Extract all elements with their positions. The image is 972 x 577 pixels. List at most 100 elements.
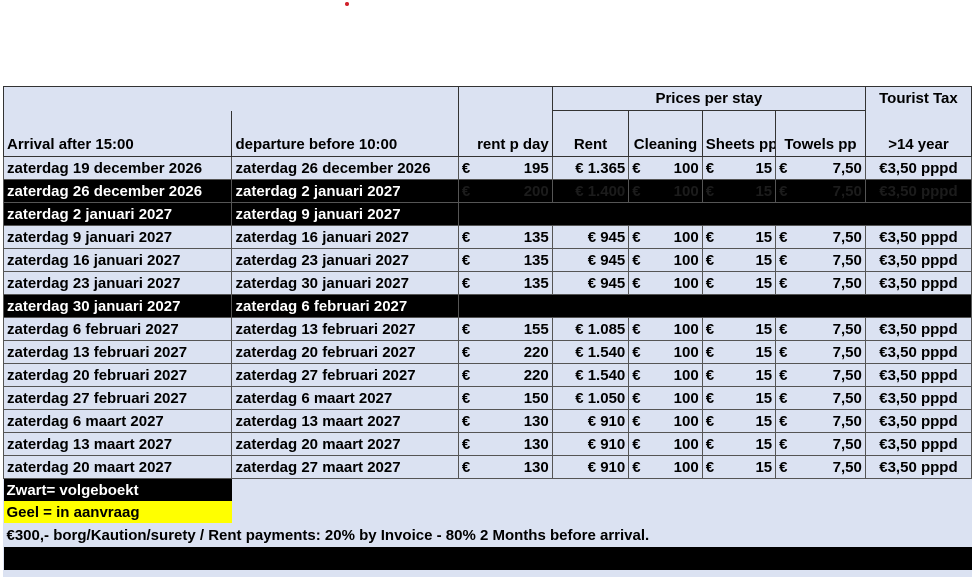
currency-symbol: € [701, 363, 725, 387]
cleaning-cell: 100 [651, 248, 703, 272]
currency-symbol: € [628, 340, 652, 364]
sheets-cell: 15 [724, 386, 777, 410]
arrival-cell: zaterdag 2 januari 2027 [2, 202, 233, 226]
price-sheet: Prices per stay Tourist Tax Arrival afte… [2, 86, 972, 577]
currency-symbol: € [628, 248, 652, 272]
tourist-tax-cell: €3,50 pppd [864, 225, 972, 249]
currency-symbol: € [701, 409, 725, 433]
arrival-cell: zaterdag 9 januari 2027 [2, 225, 233, 249]
table-row: zaterdag 30 januari 2027 zaterdag 6 febru… [2, 294, 972, 318]
rent-cell: € 1.540 [551, 363, 630, 387]
arrival-cell: zaterdag 20 februari 2027 [2, 363, 233, 387]
prices-per-stay-heading: Prices per stay [551, 86, 866, 111]
arrival-cell: zaterdag 30 januari 2027 [2, 294, 233, 318]
tourist-tax-cell: €3,50 pppd [864, 317, 972, 341]
currency-symbol: € [457, 317, 481, 341]
departure-cell: zaterdag 27 februari 2027 [231, 363, 459, 387]
sheets-cell: 15 [724, 317, 777, 341]
table-row: zaterdag 26 december 2026 zaterdag 2 janu… [2, 179, 972, 203]
rent-per-day-cell: 195 [480, 156, 553, 180]
bottom-black-bar [3, 547, 972, 570]
sheets-cell: 15 [724, 363, 777, 387]
towels-cell: 7,50 [798, 386, 866, 410]
currency-symbol: € [701, 271, 725, 295]
rent-cell: € 1.050 [551, 386, 630, 410]
currency-symbol: € [628, 409, 652, 433]
currency-symbol: € [628, 432, 652, 456]
table-row: zaterdag 6 maart 2027 zaterdag 13 maart 2… [2, 409, 972, 433]
currency-symbol: € [628, 179, 652, 203]
legend-spacer [232, 479, 972, 502]
sheets-cell: 15 [724, 179, 777, 203]
cleaning-cell: 100 [651, 271, 703, 295]
departure-cell: zaterdag 20 februari 2027 [231, 340, 459, 364]
red-dot-marker [345, 2, 349, 6]
towels-heading: Towels pp [775, 110, 866, 157]
arrival-heading: Arrival after 15:00 [2, 110, 233, 157]
empty-cell [457, 294, 972, 318]
currency-symbol: € [701, 156, 725, 180]
currency-symbol: € [457, 225, 481, 249]
table-row: zaterdag 13 maart 2027 zaterdag 20 maart … [2, 432, 972, 456]
currency-symbol: € [775, 409, 799, 433]
rent-cell: € 910 [551, 455, 630, 479]
tourist-tax-cell: €3,50 pppd [864, 179, 972, 203]
price-table: Prices per stay Tourist Tax Arrival afte… [2, 86, 972, 570]
rent-cell: € 945 [551, 271, 630, 295]
rent-per-day-cell: 220 [480, 363, 553, 387]
currency-symbol: € [775, 340, 799, 364]
currency-symbol: € [701, 455, 725, 479]
currency-symbol: € [775, 271, 799, 295]
currency-symbol: € [457, 248, 481, 272]
sheets-cell: 15 [724, 225, 777, 249]
currency-symbol: € [701, 248, 725, 272]
towels-cell: 7,50 [798, 179, 866, 203]
cleaning-heading: Cleaning [628, 110, 703, 157]
tourist-tax-cell: €3,50 pppd [864, 271, 972, 295]
departure-cell: zaterdag 6 februari 2027 [231, 294, 459, 318]
sheets-cell: 15 [724, 271, 777, 295]
rent-per-day-cell: 135 [480, 248, 553, 272]
departure-cell: zaterdag 16 januari 2027 [231, 225, 459, 249]
rent-cell: € 945 [551, 225, 630, 249]
currency-symbol: € [628, 386, 652, 410]
departure-cell: zaterdag 13 februari 2027 [231, 317, 459, 341]
arrival-cell: zaterdag 13 februari 2027 [2, 340, 233, 364]
sheets-cell: 15 [724, 340, 777, 364]
departure-cell: zaterdag 23 januari 2027 [231, 248, 459, 272]
table-row: zaterdag 2 januari 2027 zaterdag 9 januar… [2, 202, 972, 226]
currency-symbol: € [457, 455, 481, 479]
towels-cell: 7,50 [798, 317, 866, 341]
sheets-cell: 15 [724, 248, 777, 272]
arrival-cell: zaterdag 6 februari 2027 [2, 317, 233, 341]
cleaning-cell: 100 [651, 179, 703, 203]
currency-symbol: € [775, 248, 799, 272]
rent-per-day-cell: 130 [480, 432, 553, 456]
rent-cell: € 945 [551, 248, 630, 272]
currency-symbol: € [775, 225, 799, 249]
currency-symbol: € [701, 340, 725, 364]
currency-symbol: € [701, 432, 725, 456]
cleaning-cell: 100 [651, 156, 703, 180]
arrival-cell: zaterdag 26 december 2026 [2, 179, 233, 203]
rent-cell: € 1.085 [551, 317, 630, 341]
arrival-cell: zaterdag 6 maart 2027 [2, 409, 233, 433]
departure-cell: zaterdag 13 maart 2027 [231, 409, 459, 433]
currency-symbol: € [457, 432, 481, 456]
table-row: zaterdag 23 januari 2027 zaterdag 30 janu… [2, 271, 972, 295]
arrival-cell: zaterdag 20 maart 2027 [2, 455, 233, 479]
tax-age-heading: >14 year [864, 110, 972, 157]
currency-symbol: € [775, 363, 799, 387]
legend-requested: Geel = in aanvraag [3, 501, 232, 523]
tourist-tax-cell: €3,50 pppd [864, 432, 972, 456]
tourist-tax-cell: €3,50 pppd [864, 248, 972, 272]
rent-cell: € 1.540 [551, 340, 630, 364]
towels-cell: 7,50 [798, 409, 866, 433]
bottom-bar-cell [3, 547, 972, 570]
currency-symbol: € [628, 271, 652, 295]
table-row: zaterdag 6 februari 2027 zaterdag 13 febr… [2, 317, 972, 341]
rent-per-day-cell: 220 [480, 340, 553, 364]
departure-heading: departure before 10:00 [231, 110, 459, 157]
towels-cell: 7,50 [798, 363, 866, 387]
currency-symbol: € [775, 317, 799, 341]
